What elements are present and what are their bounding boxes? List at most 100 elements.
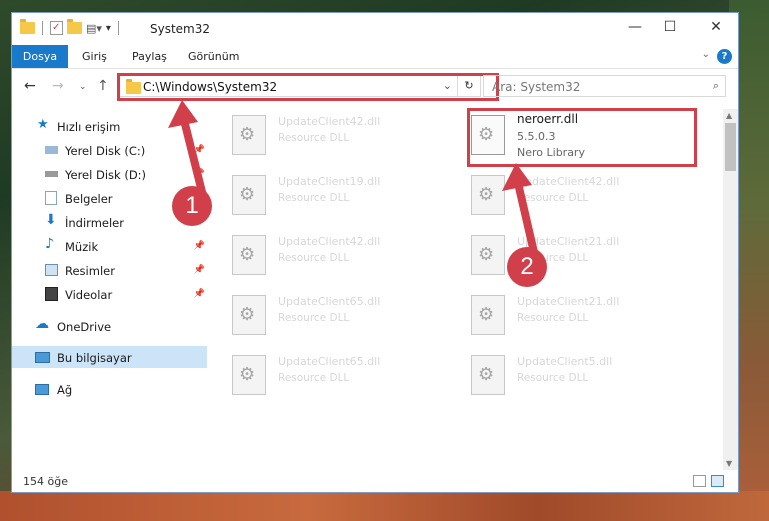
file-highlight-box xyxy=(467,108,697,167)
file-description: Resource DLL xyxy=(278,372,350,384)
customize-icon[interactable]: ▤▾ xyxy=(86,22,102,35)
sidebar-item-onedrive[interactable]: ☁ OneDrive xyxy=(12,315,207,337)
separator xyxy=(117,21,119,35)
file-description: Resource DLL xyxy=(517,312,589,324)
file-name: UpdateClient42.dll xyxy=(278,235,381,248)
list-item[interactable]: UpdateClient42.dll Resource DLL xyxy=(217,109,417,163)
list-item[interactable]: UpdateClient65.dll Resource DLL xyxy=(217,349,417,403)
minimize-button[interactable]: — xyxy=(620,19,650,35)
dll-file-icon xyxy=(232,235,266,275)
pin-icon[interactable]: 📌 xyxy=(194,241,205,251)
properties-icon[interactable]: ✓ xyxy=(50,21,63,35)
file-description: Resource DLL xyxy=(278,192,350,204)
file-name: UpdateClient65.dll xyxy=(278,295,381,308)
quick-access-dropdown-icon[interactable]: ▾ xyxy=(106,23,111,34)
film-icon xyxy=(45,287,58,301)
window-title: System32 xyxy=(150,22,211,36)
file-name: UpdateClient19.dll xyxy=(278,175,381,188)
list-item[interactable]: UpdateClient21.dll Resource DLL xyxy=(456,289,656,343)
scroll-down-icon[interactable]: ▼ xyxy=(726,459,732,468)
back-arrow-icon[interactable]: ← xyxy=(24,78,36,94)
file-name: UpdateClient21.dll xyxy=(517,295,620,308)
scroll-up-icon[interactable]: ▲ xyxy=(726,111,732,120)
music-note-icon: ♪ xyxy=(45,236,54,252)
sidebar-item-label: Bu bilgisayar xyxy=(57,351,132,365)
tab-share[interactable]: Paylaş xyxy=(132,50,167,63)
recent-locations-icon[interactable]: ⌄ xyxy=(79,82,87,92)
drive-icon xyxy=(45,171,58,177)
file-description: Resource DLL xyxy=(278,132,350,144)
cloud-icon: ☁ xyxy=(35,316,49,332)
sidebar-item-label: Resimler xyxy=(65,264,115,278)
sidebar-item-pictures[interactable]: Resimler 📌 xyxy=(12,259,207,281)
up-arrow-icon[interactable]: ↑ xyxy=(97,78,109,94)
sidebar-item-this-pc[interactable]: Bu bilgisayar xyxy=(12,346,207,368)
item-count: 154 öğe xyxy=(23,475,68,488)
dll-file-icon xyxy=(232,355,266,395)
details-view-icon[interactable] xyxy=(693,475,706,487)
sidebar-item-label: Yerel Disk (C:) xyxy=(65,144,146,158)
sidebar-item-label: Yerel Disk (D:) xyxy=(65,168,147,182)
pin-icon[interactable]: 📌 xyxy=(194,289,205,299)
list-item[interactable]: UpdateClient19.dll Resource DLL xyxy=(217,169,417,223)
list-item[interactable]: UpdateClient42.dll Resource DLL xyxy=(217,229,417,283)
sidebar-item-music[interactable]: ♪ Müzik 📌 xyxy=(12,235,207,257)
file-name: UpdateClient5.dll xyxy=(517,355,613,368)
sidebar-item-videos[interactable]: Videolar 📌 xyxy=(12,283,207,305)
file-name: UpdateClient65.dll xyxy=(278,355,381,368)
step-badge-2: 2 xyxy=(507,247,547,287)
tab-home[interactable]: Giriş xyxy=(82,50,107,63)
address-highlight-box xyxy=(117,73,499,101)
tab-view[interactable]: Görünüm xyxy=(188,50,239,63)
dll-file-icon xyxy=(232,175,266,215)
pictures-icon xyxy=(45,264,58,276)
network-icon xyxy=(35,384,49,395)
desktop-background-bottom xyxy=(0,491,769,521)
sidebar-item-label: Videolar xyxy=(65,288,113,302)
new-folder-icon[interactable] xyxy=(67,19,82,34)
scrollbar-thumb[interactable] xyxy=(725,123,736,171)
large-icons-view-icon[interactable] xyxy=(711,475,724,487)
search-box[interactable]: Ara: System32 ⌕ xyxy=(483,75,726,97)
tab-file[interactable]: Dosya xyxy=(12,45,68,68)
title-bar: ✓ ▤▾ ▾ System32 — ☐ ✕ xyxy=(12,13,738,45)
forward-arrow-icon[interactable]: → xyxy=(52,78,64,94)
list-item[interactable]: UpdateClient5.dll Resource DLL xyxy=(456,349,656,403)
search-placeholder[interactable]: Ara: System32 xyxy=(492,80,580,94)
sidebar-item-label: Belgeler xyxy=(65,192,113,206)
sidebar-item-label: İndirmeler xyxy=(65,216,124,230)
dll-file-icon xyxy=(471,355,505,395)
chevron-down-icon[interactable]: ⌄ xyxy=(702,49,710,60)
file-description: Resource DLL xyxy=(278,312,350,324)
star-icon: ★ xyxy=(37,117,49,132)
document-icon xyxy=(45,191,57,205)
help-button[interactable]: ? xyxy=(717,49,732,64)
pin-icon[interactable]: 📌 xyxy=(194,265,205,275)
sidebar-item-label: Ağ xyxy=(57,383,73,397)
ribbon-tabs: Dosya Giriş Paylaş Görünüm ⌄ ? xyxy=(12,45,738,69)
navigation-bar: ← → ⌄ ↑ C:\Windows\System32 ⌄ ↻ Ara: Sys… xyxy=(12,72,738,102)
separator xyxy=(42,21,43,35)
sidebar-item-label: Hızlı erişim xyxy=(57,120,121,134)
file-name: UpdateClient42.dll xyxy=(278,115,381,128)
list-item[interactable]: UpdateClient65.dll Resource DLL xyxy=(217,289,417,343)
folder-icon xyxy=(20,19,35,34)
search-icon[interactable]: ⌕ xyxy=(713,79,719,93)
sidebar-item-network[interactable]: Ağ xyxy=(12,378,207,400)
computer-icon xyxy=(35,352,50,363)
step-badge-1: 1 xyxy=(172,186,212,226)
maximize-button[interactable]: ☐ xyxy=(655,19,685,35)
close-button[interactable]: ✕ xyxy=(701,19,731,35)
file-list: UpdateClient42.dll Resource DLL UpdateCl… xyxy=(217,108,722,464)
quick-access-toolbar: ✓ ▤▾ ▾ xyxy=(20,19,122,35)
dll-file-icon xyxy=(471,295,505,335)
file-description: Resource DLL xyxy=(517,372,589,384)
file-description: Resource DLL xyxy=(278,252,350,264)
download-arrow-icon: ⬇ xyxy=(45,212,57,228)
vertical-scrollbar[interactable]: ▲ ▼ xyxy=(723,109,738,470)
sidebar-item-label: OneDrive xyxy=(57,320,112,334)
dll-file-icon xyxy=(232,115,266,155)
dll-file-icon xyxy=(232,295,266,335)
sidebar-item-label: Müzik xyxy=(65,240,99,254)
explorer-window: ✓ ▤▾ ▾ System32 — ☐ ✕ Dosya Giriş Paylaş… xyxy=(11,12,739,493)
